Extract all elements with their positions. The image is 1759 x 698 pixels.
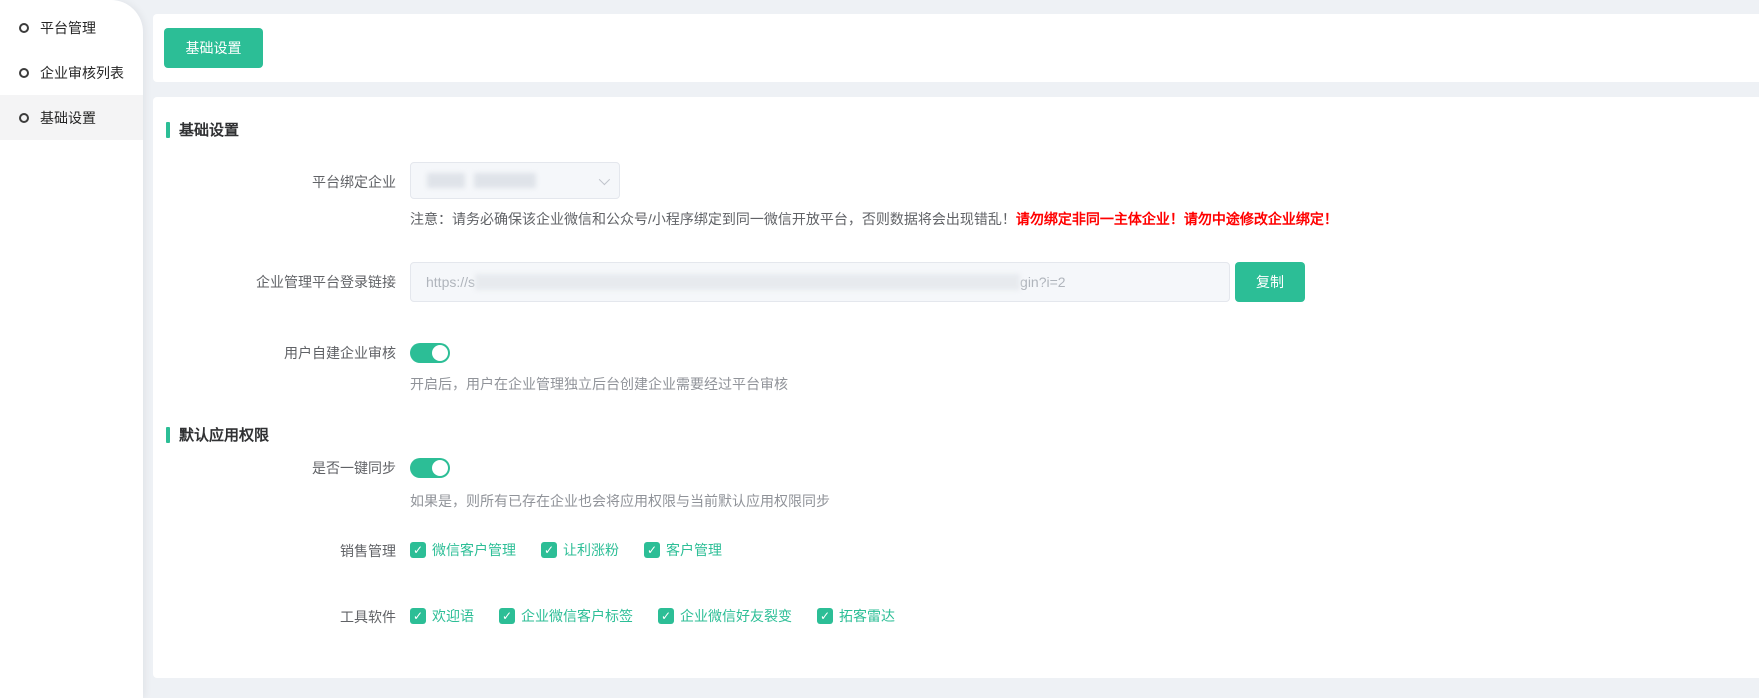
checkbox-option[interactable]: ✓ 拓客雷达 <box>817 606 895 626</box>
one-key-sync-helper: 如果是，则所有已存在企业也会将应用权限与当前默认应用权限同步 <box>410 491 830 511</box>
note-warning-text: 请勿绑定非同一主体企业！请勿中途修改企业绑定！ <box>1016 211 1338 227</box>
copy-button[interactable]: 复制 <box>1235 262 1305 302</box>
sales-manage-options: ✓ 微信客户管理 ✓ 让利涨粉 ✓ 客户管理 <box>410 540 722 560</box>
checkbox-option[interactable]: ✓ 微信客户管理 <box>410 540 516 560</box>
sidebar-item-label: 企业审核列表 <box>40 63 124 83</box>
login-link-input[interactable]: https://s gin?i=2 <box>410 262 1230 302</box>
link-prefix: https://s <box>426 274 475 290</box>
checkbox-label: 企业微信好友裂变 <box>680 606 792 626</box>
chevron-down-icon <box>599 173 610 184</box>
bind-company-note: 注意：请务必确保该企业微信和公众号/小程序绑定到同一微信开放平台，否则数据将会出… <box>410 209 1338 229</box>
sidebar-item[interactable]: 平台管理 <box>0 5 143 50</box>
section-marker-bar <box>166 122 170 138</box>
checkbox-checked-icon: ✓ <box>658 608 674 624</box>
checkbox-option[interactable]: ✓ 客户管理 <box>644 540 722 560</box>
toggle-knob <box>432 460 448 476</box>
checkbox-label: 欢迎语 <box>432 606 474 626</box>
section-basic-settings: 基础设置 <box>166 119 239 140</box>
one-key-sync-toggle[interactable] <box>410 458 450 478</box>
circle-icon <box>19 68 29 78</box>
checkbox-label: 企业微信客户标签 <box>521 606 633 626</box>
self-build-audit-toggle[interactable] <box>410 343 450 363</box>
circle-icon <box>19 23 29 33</box>
section-default-permissions: 默认应用权限 <box>166 424 269 445</box>
company-select[interactable] <box>410 162 620 199</box>
tab-basic-settings[interactable]: 基础设置 <box>164 28 263 68</box>
note-text: 注意：请务必确保该企业微信和公众号/小程序绑定到同一微信开放平台，否则数据将会出… <box>410 211 1016 227</box>
settings-panel: 基础设置 平台绑定企业 注意：请务必确保该企业微信和公众号/小程序绑定到同一微信… <box>153 97 1759 678</box>
checkbox-checked-icon: ✓ <box>410 542 426 558</box>
checkbox-option[interactable]: ✓ 企业微信好友裂变 <box>658 606 792 626</box>
tool-software-label: 工具软件 <box>166 607 396 627</box>
sidebar: 平台管理 企业审核列表 基础设置 <box>0 0 143 698</box>
bind-company-label: 平台绑定企业 <box>166 172 396 192</box>
checkbox-checked-icon: ✓ <box>541 542 557 558</box>
checkbox-checked-icon: ✓ <box>817 608 833 624</box>
sales-manage-label: 销售管理 <box>166 541 396 561</box>
link-suffix: gin?i=2 <box>1020 274 1066 290</box>
section-title: 基础设置 <box>179 119 239 140</box>
login-link-label: 企业管理平台登录链接 <box>166 272 396 292</box>
checkbox-label: 客户管理 <box>666 540 722 560</box>
checkbox-label: 让利涨粉 <box>563 540 619 560</box>
sidebar-item-label: 基础设置 <box>40 108 96 128</box>
checkbox-checked-icon: ✓ <box>410 608 426 624</box>
circle-icon <box>19 113 29 123</box>
self-build-audit-helper: 开启后，用户在企业管理独立后台创建企业需要经过平台审核 <box>410 374 788 394</box>
checkbox-option[interactable]: ✓ 欢迎语 <box>410 606 474 626</box>
redacted-text <box>427 173 465 188</box>
checkbox-checked-icon: ✓ <box>644 542 660 558</box>
section-marker-bar <box>166 427 170 443</box>
tool-software-options: ✓ 欢迎语 ✓ 企业微信客户标签 ✓ 企业微信好友裂变 ✓ 拓客雷达 <box>410 606 895 626</box>
checkbox-checked-icon: ✓ <box>499 608 515 624</box>
checkbox-label: 拓客雷达 <box>839 606 895 626</box>
sidebar-item[interactable]: 企业审核列表 <box>0 50 143 95</box>
sidebar-item-label: 平台管理 <box>40 18 96 38</box>
checkbox-option[interactable]: ✓ 让利涨粉 <box>541 540 619 560</box>
tab-bar: 基础设置 <box>153 14 1759 82</box>
redacted-text <box>475 274 1020 290</box>
sidebar-item[interactable]: 基础设置 <box>0 95 143 140</box>
checkbox-option[interactable]: ✓ 企业微信客户标签 <box>499 606 633 626</box>
checkbox-label: 微信客户管理 <box>432 540 516 560</box>
toggle-knob <box>432 345 448 361</box>
section-title: 默认应用权限 <box>179 424 269 445</box>
self-build-audit-label: 用户自建企业审核 <box>166 343 396 363</box>
redacted-text <box>474 173 536 188</box>
one-key-sync-label: 是否一键同步 <box>166 458 396 478</box>
